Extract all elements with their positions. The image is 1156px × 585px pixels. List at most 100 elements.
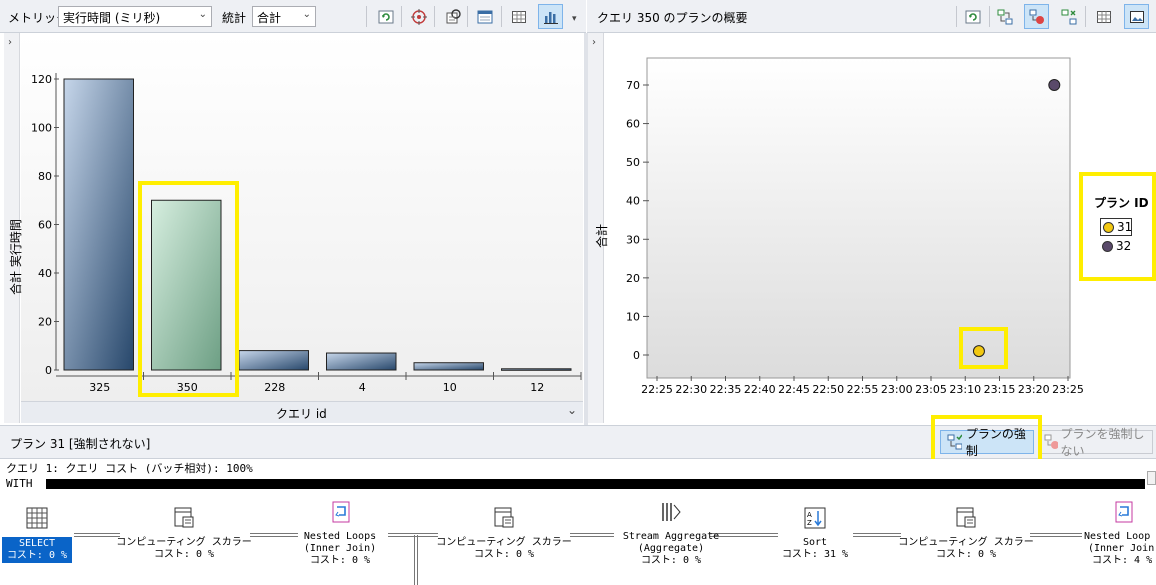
y-tick-label: 30 — [626, 233, 640, 246]
highlight-force-button — [931, 415, 1042, 464]
query-text-bar — [46, 479, 1145, 489]
unforce-plan-button[interactable]: プランを強制しない — [1039, 427, 1153, 458]
x-tick-label: 22:45 — [778, 383, 810, 396]
bar-228 — [238, 350, 309, 371]
view-query-button[interactable] — [440, 4, 465, 29]
plan-node-cost: コスト: 0 % — [473, 549, 535, 560]
bar-325 — [63, 78, 134, 371]
plan-arrow — [388, 533, 438, 537]
point-plan-32 — [1048, 79, 1061, 91]
compute-scalar-icon — [494, 507, 514, 528]
scroll-indicator[interactable] — [1147, 471, 1156, 485]
force-plan-toolbar-button[interactable] — [1024, 4, 1049, 29]
y-tick-label: 100 — [31, 122, 52, 135]
plan-node-name: コンピューティング スカラー — [436, 537, 572, 548]
plan-node-name: Stream Aggregate — [622, 531, 720, 542]
plan-node-select-label: SELECT コスト: 0 % — [2, 537, 72, 563]
plan-node-compute-scalar[interactable]: コンピューティング スカラー コスト: 0 % — [115, 507, 253, 561]
grid-view-button[interactable] — [1091, 4, 1116, 29]
plan-node-select[interactable]: SELECT コスト: 0 % — [2, 507, 72, 563]
svg-text:A: A — [807, 511, 812, 519]
query-cost-line: クエリ 1: クエリ コスト (バッチ相対): 100% — [6, 462, 253, 475]
left-x-axis-bar[interactable]: クエリ id ⌄ — [21, 401, 583, 423]
compute-scalar-icon — [174, 507, 194, 528]
y-tick-label: 70 — [626, 79, 640, 92]
force-plan-icon — [1029, 9, 1044, 24]
y-tick-label: 0 — [633, 349, 640, 362]
plan-node-compute-scalar[interactable]: コンピューティング スカラー コスト: 0 % — [897, 507, 1035, 561]
plan-node-select-name: SELECT — [18, 538, 56, 549]
toolbar-separator — [434, 6, 435, 27]
config-button[interactable] — [472, 4, 497, 29]
x-tick-label: 23:20 — [1018, 383, 1050, 396]
plan-node-name: Nested Loop — [1084, 531, 1151, 542]
y-tick-label: 10 — [626, 310, 640, 323]
grid-icon — [1096, 10, 1111, 23]
x-tick-label: 22:55 — [847, 383, 879, 396]
toolbar-separator — [989, 6, 990, 27]
x-tick-label: 22:25 — [641, 383, 673, 396]
highlight-point-31 — [959, 327, 1008, 369]
picture-icon — [1129, 10, 1144, 23]
plan-arrow — [1030, 533, 1082, 537]
metric-dropdown[interactable]: 実行時間 (ミリ秒) ⌄ — [58, 6, 212, 27]
chart-view-button[interactable] — [1124, 4, 1149, 29]
nested-loops-icon — [1115, 501, 1133, 523]
compare-plans-button[interactable] — [992, 4, 1017, 29]
y-tick-label: 60 — [626, 118, 640, 131]
unforce-plan-toolbar-button[interactable] — [1056, 4, 1081, 29]
plan-node-name: Nested Loops — [303, 531, 377, 542]
y-tick-label: 50 — [626, 156, 640, 169]
plan-node-cost: コスト: 0 % — [935, 549, 997, 560]
y-tick-label: 20 — [626, 272, 640, 285]
toolbar-separator — [401, 6, 402, 27]
plan-body: クエリ 1: クエリ コスト (バッチ相対): 100% WITH SELECT… — [0, 459, 1156, 585]
toolbar-separator — [366, 6, 367, 27]
configure-icon — [477, 10, 492, 23]
y-tick-label: 20 — [38, 316, 52, 329]
plan-node-nested-loops[interactable]: Nested Loop (Inner Join コスト: 4 % — [1080, 501, 1156, 567]
unforce-plan-icon — [1061, 9, 1076, 24]
sort-icon: AZ — [804, 507, 826, 529]
toolbar-separator — [467, 6, 468, 27]
plan-node-select-cost: コスト: 0 % — [6, 550, 68, 561]
track-query-button[interactable] — [406, 4, 431, 29]
x-tick-label: 22:35 — [710, 383, 742, 396]
right-chart-panel: 70 60 50 40 30 20 10 0 22:25 22:30 22:35 22:40 22:45… — [595, 33, 1156, 423]
compute-scalar-icon — [956, 507, 976, 528]
plan-node-stream-aggregate[interactable]: Stream Aggregate (Aggregate) コスト: 0 % — [610, 501, 732, 567]
plan-node-sort[interactable]: AZ Sort コスト: 31 % — [775, 507, 855, 561]
refresh-button[interactable] — [373, 4, 398, 29]
stream-aggregate-icon — [662, 503, 681, 521]
x-tick-label: 12 — [530, 381, 544, 394]
chevron-right-icon: › — [8, 37, 12, 48]
target-icon — [410, 8, 427, 25]
bar-chart-icon — [543, 11, 558, 24]
bar-chart: 120100806040200325 350 228 4 10 12 — [21, 33, 583, 403]
x-tick-label: 23:15 — [984, 383, 1016, 396]
overflow-icon[interactable]: ▾ — [572, 14, 577, 24]
refresh-button[interactable] — [960, 4, 985, 29]
refresh-icon — [378, 10, 393, 23]
plan-node-detail: (Aggregate) — [637, 543, 705, 554]
x-tick-label: 22:40 — [744, 383, 776, 396]
toolbar-separator — [956, 6, 957, 27]
chart-view-button[interactable] — [538, 4, 563, 29]
x-tick-label: 23:00 — [881, 383, 913, 396]
unforce-plan-icon — [1044, 434, 1058, 449]
stat-dropdown[interactable]: 合計 ⌄ — [252, 6, 316, 27]
plan-node-compute-scalar[interactable]: コンピューティング スカラー コスト: 0 % — [435, 507, 573, 561]
chevron-right-icon: › — [592, 37, 596, 48]
plan-arrow — [74, 533, 120, 537]
scatter-chart: 70 60 50 40 30 20 10 0 22:25 22:30 22:35 22:40 22:45… — [626, 57, 1084, 396]
x-tick-label: 23:05 — [915, 383, 947, 396]
plan-node-nested-loops[interactable]: Nested Loops (Inner Join) コスト: 0 % — [290, 501, 390, 567]
grid-view-button[interactable] — [506, 4, 531, 29]
x-tick-label: 23:25 — [1052, 383, 1084, 396]
plan-node-cost: コスト: 0 % — [309, 555, 371, 566]
plan-node-detail: (Inner Join) — [303, 543, 377, 554]
y-tick-label: 60 — [38, 219, 52, 232]
bar-10 — [413, 362, 484, 371]
plan-arrow — [853, 533, 901, 537]
y-tick-label: 40 — [626, 195, 640, 208]
